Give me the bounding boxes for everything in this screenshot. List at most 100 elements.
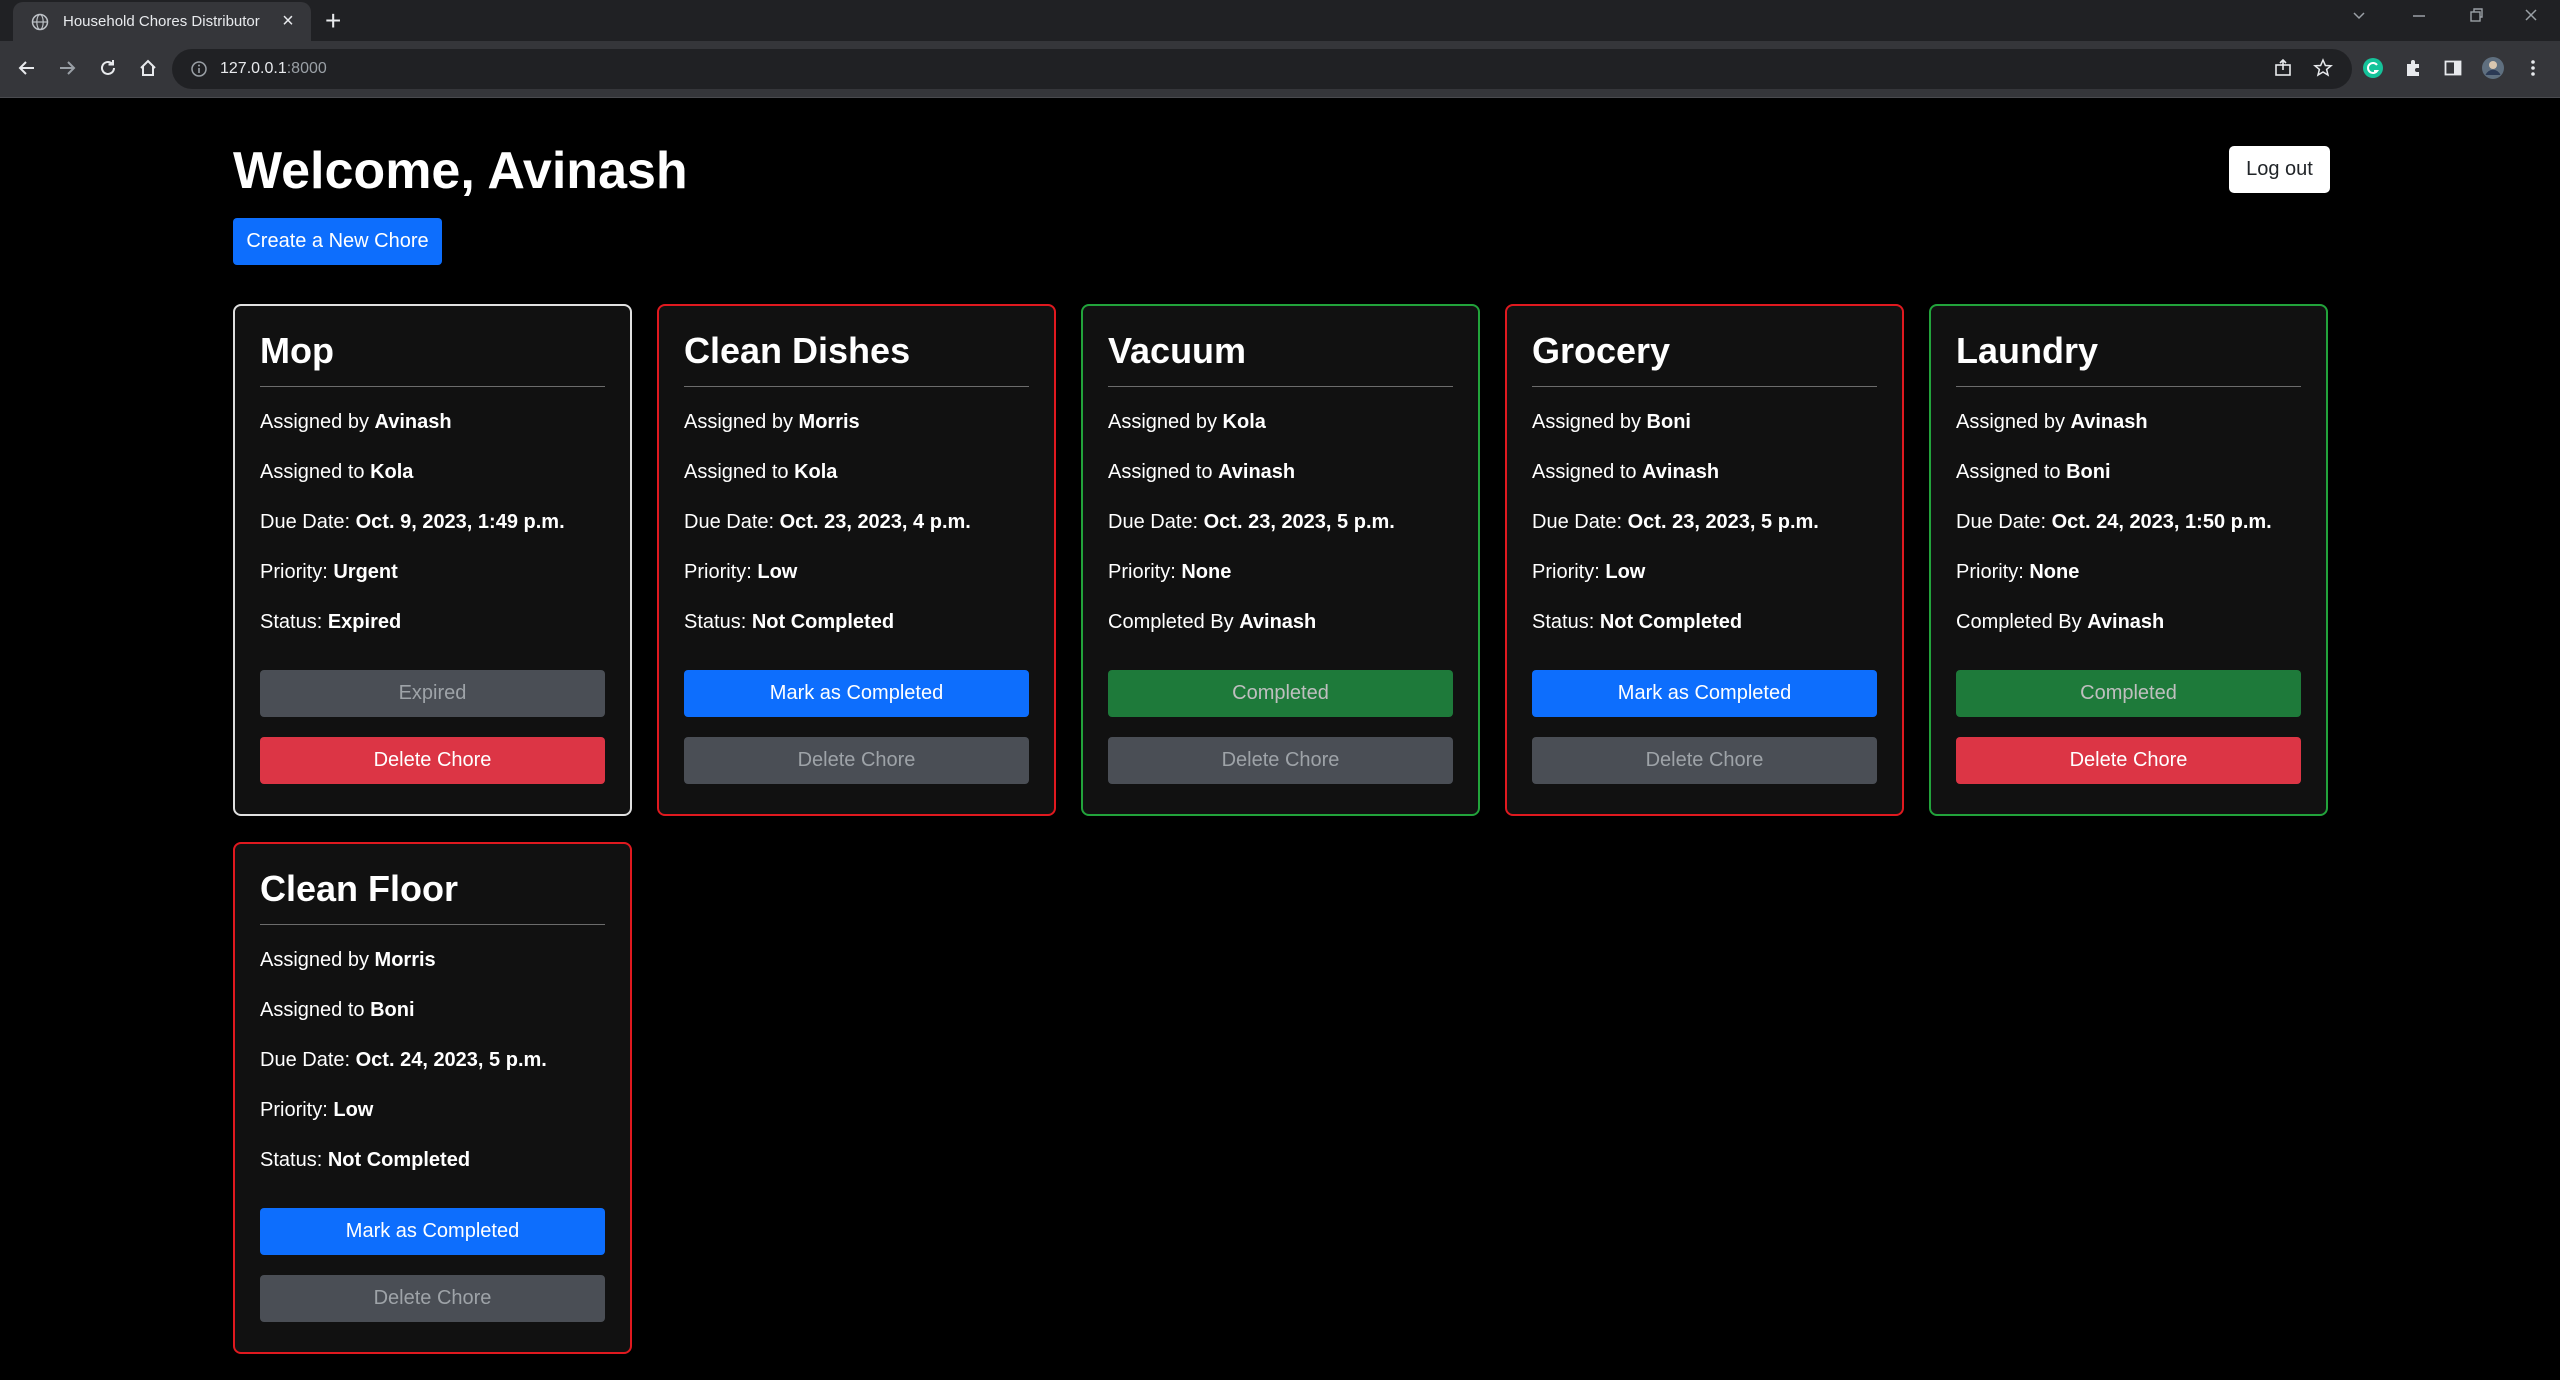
bookmark-button[interactable]: [2310, 55, 2336, 81]
minimize-icon[interactable]: [2410, 6, 2428, 24]
assigned-by-value: Boni: [1646, 411, 1691, 433]
tab-search-icon[interactable]: [2350, 6, 2368, 24]
assigned-to-value: Avinash: [1642, 461, 1720, 483]
assigned-to-value: Boni: [2066, 461, 2111, 483]
due-date-row: Due Date: Oct. 23, 2023, 5 p.m.: [1108, 511, 1395, 533]
reload-icon: [101, 60, 115, 75]
chore-card: Vacuum Assigned by Kola Assigned to Avin…: [1081, 304, 1480, 816]
priority-row: Priority: Low: [684, 561, 798, 583]
create-chore-button[interactable]: Create a New Chore: [233, 218, 442, 265]
delete-chore-button[interactable]: Delete Chore: [684, 737, 1029, 784]
assigned-to-value: Kola: [794, 461, 838, 483]
assigned-to-row: Assigned to Kola: [684, 461, 838, 483]
completed-button[interactable]: Completed: [1956, 670, 2301, 717]
address-bar[interactable]: 127.0.0.1:8000: [172, 49, 2352, 89]
mark-completed-button[interactable]: Mark as Completed: [1532, 670, 1877, 717]
extensions-button[interactable]: [2400, 55, 2426, 81]
due-date-value: Oct. 24, 2023, 5 p.m.: [355, 1049, 547, 1071]
priority-row: Priority: None: [1108, 561, 1232, 583]
chore-card: Grocery Assigned by Boni Assigned to Avi…: [1505, 304, 1904, 816]
chore-card: Clean Floor Assigned by Morris Assigned …: [233, 842, 632, 1354]
side-panel-icon: [2444, 60, 2462, 76]
restore-icon[interactable]: [2467, 6, 2485, 24]
due-date-value: Oct. 9, 2023, 1:49 p.m.: [355, 511, 565, 533]
assigned-by-row: Assigned by Kola: [1108, 411, 1266, 433]
url-port: :8000: [286, 60, 327, 77]
status-row: Status: Expired: [260, 611, 402, 633]
assigned-by-value: Morris: [374, 949, 436, 971]
assigned-by-value: Kola: [1222, 411, 1266, 433]
tab-title: Household Chores Distributor: [63, 13, 260, 30]
page-title: Welcome, Avinash: [233, 142, 688, 200]
assigned-by-value: Morris: [798, 411, 860, 433]
due-date-value: Oct. 23, 2023, 5 p.m.: [1203, 511, 1395, 533]
assigned-by-row: Assigned by Morris: [260, 949, 436, 971]
delete-chore-button[interactable]: Delete Chore: [1108, 737, 1453, 784]
assigned-to-value: Kola: [370, 461, 414, 483]
star-icon: [2313, 58, 2333, 77]
mark-completed-button[interactable]: Mark as Completed: [260, 1208, 605, 1255]
status-value: Not Completed: [1599, 611, 1743, 633]
assigned-by-value: Avinash: [2070, 411, 2148, 433]
priority-value: None: [2029, 561, 2080, 583]
kebab-menu-icon: [2531, 60, 2535, 76]
home-button[interactable]: [135, 55, 161, 81]
completed-by-row: Completed By Avinash: [1956, 611, 2165, 633]
priority-row: Priority: Low: [260, 1099, 374, 1121]
status-row: Status: Not Completed: [1532, 611, 1743, 633]
forward-arrow-icon: [60, 61, 76, 75]
status-value: Not Completed: [751, 611, 895, 633]
chore-title: Laundry: [1956, 326, 2301, 387]
due-date-row: Due Date: Oct. 24, 2023, 5 p.m.: [260, 1049, 547, 1071]
side-panel-button[interactable]: [2440, 55, 2466, 81]
assigned-to-row: Assigned to Avinash: [1532, 461, 1720, 483]
back-arrow-icon: [18, 61, 34, 75]
due-date-row: Due Date: Oct. 9, 2023, 1:49 p.m.: [260, 511, 565, 533]
site-info-icon[interactable]: [190, 60, 208, 78]
chore-title: Vacuum: [1108, 326, 1453, 387]
priority-row: Priority: None: [1956, 561, 2080, 583]
grammarly-icon: [2363, 58, 2383, 78]
profile-button[interactable]: [2480, 55, 2506, 81]
delete-chore-button[interactable]: Delete Chore: [260, 737, 605, 784]
close-window-icon[interactable]: [2522, 6, 2540, 24]
priority-value: None: [1181, 561, 1232, 583]
expired-button[interactable]: Expired: [260, 670, 605, 717]
delete-chore-button[interactable]: Delete Chore: [1532, 737, 1877, 784]
assigned-by-row: Assigned by Avinash: [260, 411, 452, 433]
logout-button[interactable]: Log out: [2229, 146, 2330, 193]
priority-value: Low: [1605, 561, 1646, 583]
delete-chore-button[interactable]: Delete Chore: [260, 1275, 605, 1322]
due-date-row: Due Date: Oct. 23, 2023, 4 p.m.: [684, 511, 971, 533]
assigned-by-value: Avinash: [374, 411, 452, 433]
priority-value: Low: [333, 1099, 374, 1121]
assigned-to-row: Assigned to Avinash: [1108, 461, 1296, 483]
assigned-by-row: Assigned by Boni: [1532, 411, 1691, 433]
completed-by-value: Avinash: [2087, 611, 2165, 633]
globe-icon: [31, 13, 49, 30]
puzzle-icon: [2407, 60, 2419, 76]
home-icon: [140, 59, 156, 76]
delete-chore-button[interactable]: Delete Chore: [1956, 737, 2301, 784]
assigned-by-row: Assigned by Avinash: [1956, 411, 2148, 433]
forward-button[interactable]: [54, 55, 80, 81]
browser-tab[interactable]: Household Chores Distributor ×: [13, 2, 311, 41]
mark-completed-button[interactable]: Mark as Completed: [684, 670, 1029, 717]
due-date-row: Due Date: Oct. 23, 2023, 5 p.m.: [1532, 511, 1819, 533]
priority-value: Urgent: [333, 561, 398, 583]
reload-button[interactable]: [95, 55, 121, 81]
chore-title: Grocery: [1532, 326, 1877, 387]
chore-card: Mop Assigned by Avinash Assigned to Kola…: [233, 304, 632, 816]
new-tab-button[interactable]: +: [325, 5, 341, 37]
menu-button[interactable]: [2520, 55, 2546, 81]
url-host: 127.0.0.1: [220, 60, 287, 77]
close-tab-icon[interactable]: ×: [277, 10, 299, 33]
status-row: Status: Not Completed: [684, 611, 895, 633]
chore-grid: Mop Assigned by Avinash Assigned to Kola…: [233, 304, 2328, 1354]
share-button[interactable]: [2270, 55, 2296, 81]
grammarly-extension[interactable]: [2360, 55, 2386, 81]
completed-button[interactable]: Completed: [1108, 670, 1453, 717]
back-button[interactable]: [14, 55, 40, 81]
chore-title: Mop: [260, 326, 605, 387]
chore-card: Clean Dishes Assigned by Morris Assigned…: [657, 304, 1056, 816]
